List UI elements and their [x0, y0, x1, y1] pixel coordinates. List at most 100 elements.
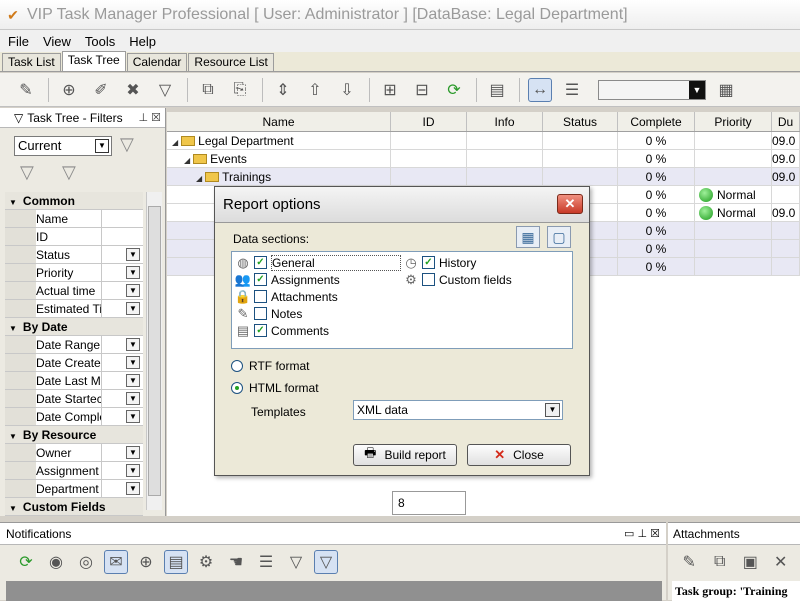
wand-icon[interactable]: ✎	[14, 78, 38, 102]
collapse-arrow-icon[interactable]: ▼	[9, 504, 17, 513]
copy-task-icon[interactable]: ⧉	[196, 78, 220, 102]
collapse-arrow-icon[interactable]: ▼	[9, 432, 17, 441]
filter-value-cell[interactable]: ▼	[102, 408, 143, 425]
table-row[interactable]: ◢ Trainings 0 % 09.0	[167, 168, 800, 186]
section-checkbox[interactable]	[422, 273, 435, 286]
filter-category[interactable]: ▼ By Date	[5, 318, 143, 336]
expand-arrow-icon[interactable]: ◢	[196, 170, 202, 185]
filter-row[interactable]: Assignment ▼	[5, 462, 143, 480]
move-up-icon[interactable]: ⇧	[303, 78, 327, 102]
expand-tree-icon[interactable]: ⊞	[378, 78, 402, 102]
col-name[interactable]: Name	[167, 112, 391, 131]
col-info[interactable]: Info	[467, 112, 543, 131]
filter-value-cell[interactable]: ▼	[102, 354, 143, 371]
chevron-down-icon[interactable]: ▼	[126, 248, 140, 261]
collapse-tree-icon[interactable]: ⊟	[410, 78, 434, 102]
chevron-down-icon[interactable]: ▼	[126, 302, 140, 315]
filter-row[interactable]: Date Startec ▼	[5, 390, 143, 408]
chevron-down-icon[interactable]: ▼	[126, 392, 140, 405]
section-assignments[interactable]: 👥 ✓ Assignments	[234, 271, 340, 288]
filter-value-cell[interactable]: ▼	[102, 282, 143, 299]
filter-value-cell[interactable]: ▼	[102, 300, 143, 317]
section-custom-fields[interactable]: ⚙ Custom fields	[402, 271, 512, 288]
col-id[interactable]: ID	[391, 112, 467, 131]
funnel-icon[interactable]: ▽	[284, 550, 308, 574]
filter-row[interactable]: Department ▼	[5, 480, 143, 498]
clear-filter-icon[interactable]: ▽	[62, 162, 76, 183]
filter-icon[interactable]: ▽	[153, 78, 177, 102]
filter-value-cell[interactable]: ▼	[102, 372, 143, 389]
filter-value-cell[interactable]: ▼	[102, 246, 143, 263]
filter-value-cell[interactable]: ▼	[102, 336, 143, 353]
filter-scrollbar[interactable]	[146, 192, 162, 510]
expand-arrow-icon[interactable]: ◢	[184, 152, 190, 167]
filter-value-cell[interactable]: ▼	[102, 444, 143, 461]
section-checkbox[interactable]: ✓	[422, 256, 435, 269]
filter-value-cell[interactable]	[102, 210, 143, 227]
filter-row[interactable]: Name	[5, 210, 143, 228]
chevron-down-icon[interactable]: ▼	[126, 338, 140, 351]
menu-tools[interactable]: Tools	[85, 34, 115, 49]
html-format-option[interactable]: HTML format	[231, 381, 319, 395]
collapse-arrow-icon[interactable]: ▼	[9, 324, 17, 333]
scroll-thumb[interactable]	[148, 206, 161, 496]
filter-active-icon[interactable]: ▽	[314, 550, 338, 574]
mark-unread-icon[interactable]: ◎	[74, 550, 98, 574]
table-row[interactable]: ◢ Legal Department 0 % 09.0	[167, 132, 800, 150]
add-filter-icon[interactable]: ▽	[20, 162, 34, 183]
tab-calendar[interactable]: Calendar	[126, 53, 188, 71]
chevron-down-icon[interactable]: ▼	[126, 482, 140, 495]
section-checkbox[interactable]	[254, 307, 267, 320]
pin-close-icons[interactable]: ▭ ⊥ ☒	[624, 527, 660, 540]
section-general[interactable]: ◍ ✓ General	[234, 254, 401, 271]
filter-category[interactable]: ▼ Common	[5, 192, 143, 210]
open-attachment-icon[interactable]: ⧉	[709, 550, 732, 574]
filter-row[interactable]: Date Last M ▼	[5, 372, 143, 390]
chevron-down-icon[interactable]: ▼	[126, 266, 140, 279]
edit-task-icon[interactable]: ✐	[89, 78, 113, 102]
rtf-format-option[interactable]: RTF format	[231, 359, 309, 373]
menu-view[interactable]: View	[43, 34, 71, 49]
filter-value-cell[interactable]: ▼	[102, 390, 143, 407]
new-task-icon[interactable]: ⊕	[57, 78, 81, 102]
section-checkbox[interactable]: ✓	[254, 256, 267, 269]
check-all-icon[interactable]: ▦	[516, 226, 540, 248]
move-down-icon[interactable]: ⇩	[335, 78, 359, 102]
filter-row[interactable]: Actual time ▼	[5, 282, 143, 300]
col-priority[interactable]: Priority	[695, 112, 772, 131]
filter-row[interactable]: Priority ▼	[5, 264, 143, 282]
inbox-icon[interactable]: ✉	[104, 550, 128, 574]
tab-task-tree[interactable]: Task Tree	[61, 51, 126, 71]
filter-value-cell[interactable]	[102, 228, 143, 245]
view-combo[interactable]: ▼	[598, 79, 706, 100]
section-checkbox[interactable]: ✓	[254, 273, 267, 286]
filter-value-cell[interactable]: ▼	[102, 264, 143, 281]
columns-icon[interactable]: ☰	[560, 78, 584, 102]
page-input[interactable]: 8	[392, 491, 466, 515]
save-attachment-icon[interactable]: ▣	[739, 550, 762, 574]
apply-filter-icon[interactable]: ▽	[120, 134, 134, 155]
filter-row[interactable]: Estimated Ti ▼	[5, 300, 143, 318]
filter-row[interactable]: Date Comple ▼	[5, 408, 143, 426]
collapse-arrow-icon[interactable]: ▼	[9, 198, 17, 207]
report-icon[interactable]: ▤	[485, 78, 509, 102]
refresh-icon[interactable]: ⟳	[14, 550, 38, 574]
paste-task-icon[interactable]: ⎘	[228, 78, 252, 102]
mark-read-icon[interactable]: ◉	[44, 550, 68, 574]
col-complete[interactable]: Complete	[618, 112, 695, 131]
menu-file[interactable]: File	[8, 34, 29, 49]
chevron-down-icon[interactable]: ▼	[126, 284, 140, 297]
section-comments[interactable]: ▤ ✓ Comments	[234, 322, 329, 339]
section-checkbox[interactable]: ✓	[254, 324, 267, 337]
pin-close-icons[interactable]: ⊥ ☒	[139, 111, 162, 124]
current-filter-select[interactable]: Current ▼	[14, 136, 112, 156]
columns-icon[interactable]: ☰	[254, 550, 278, 574]
filter-value-cell[interactable]: ▼	[102, 480, 143, 497]
filter-category[interactable]: ▼ Custom Fields	[5, 498, 143, 516]
new-note-icon[interactable]: ⊕	[134, 550, 158, 574]
build-report-button[interactable]: 🖶 Build report	[353, 444, 457, 466]
save-layout-icon[interactable]: ▦	[714, 78, 738, 102]
uncheck-all-icon[interactable]: ▢	[547, 226, 571, 248]
chevron-down-icon[interactable]: ▼	[126, 446, 140, 459]
hand-icon[interactable]: ☚	[224, 550, 248, 574]
